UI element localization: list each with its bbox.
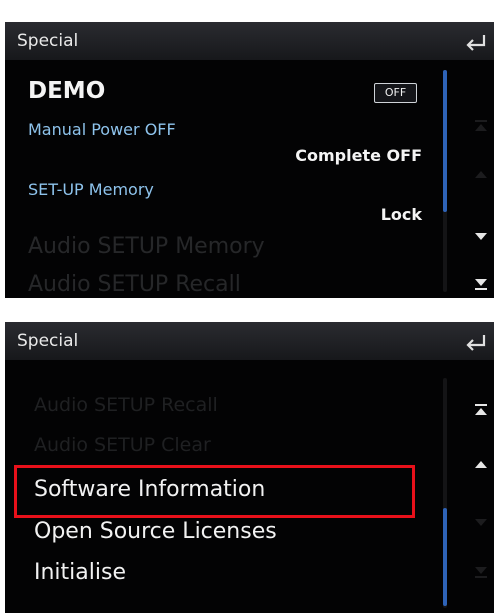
header-title: Special bbox=[17, 31, 79, 51]
demo-toggle[interactable]: OFF bbox=[374, 83, 417, 103]
back-arrow-icon[interactable] bbox=[464, 30, 488, 52]
highlight-box bbox=[14, 465, 415, 518]
audio-setup-clear-item[interactable]: Audio SETUP Clear bbox=[34, 434, 211, 456]
scrollbar-thumb[interactable] bbox=[443, 70, 447, 212]
header-bar: Special bbox=[5, 322, 494, 360]
scrollbar-thumb[interactable] bbox=[443, 508, 447, 606]
header-bar: Special bbox=[5, 22, 494, 60]
jump-bottom-icon[interactable] bbox=[467, 272, 494, 296]
audio-setup-recall-item[interactable]: Audio SETUP Recall bbox=[28, 272, 241, 297]
jump-top-icon[interactable] bbox=[467, 114, 494, 138]
audio-setup-memory-item[interactable]: Audio SETUP Memory bbox=[28, 234, 265, 259]
scroll-up-icon[interactable] bbox=[467, 162, 494, 186]
jump-top-icon[interactable] bbox=[467, 398, 494, 422]
bottom-screen: Special Audio SETUP Recall Audio SETUP C… bbox=[5, 322, 494, 613]
demo-label[interactable]: DEMO bbox=[28, 78, 105, 104]
scrollbar-track[interactable] bbox=[443, 70, 447, 292]
setup-memory-label[interactable]: SET-UP Memory bbox=[28, 180, 154, 199]
initialise-item[interactable]: Initialise bbox=[34, 560, 126, 585]
jump-bottom-icon[interactable] bbox=[467, 560, 494, 584]
scroll-down-icon[interactable] bbox=[467, 510, 494, 534]
scrollbar-track[interactable] bbox=[443, 378, 447, 608]
open-source-licenses-item[interactable]: Open Source Licenses bbox=[34, 519, 277, 544]
manual-power-off-label[interactable]: Manual Power OFF bbox=[28, 120, 176, 139]
audio-setup-recall-item[interactable]: Audio SETUP Recall bbox=[34, 394, 218, 416]
top-screen: Special DEMO OFF Manual Power OFF Comple… bbox=[5, 22, 494, 298]
setup-memory-value[interactable]: Lock bbox=[381, 205, 422, 224]
manual-power-off-value[interactable]: Complete OFF bbox=[295, 146, 422, 165]
back-arrow-icon[interactable] bbox=[464, 330, 488, 352]
scroll-up-icon[interactable] bbox=[467, 452, 494, 476]
scroll-down-icon[interactable] bbox=[467, 224, 494, 248]
header-title: Special bbox=[17, 331, 79, 351]
